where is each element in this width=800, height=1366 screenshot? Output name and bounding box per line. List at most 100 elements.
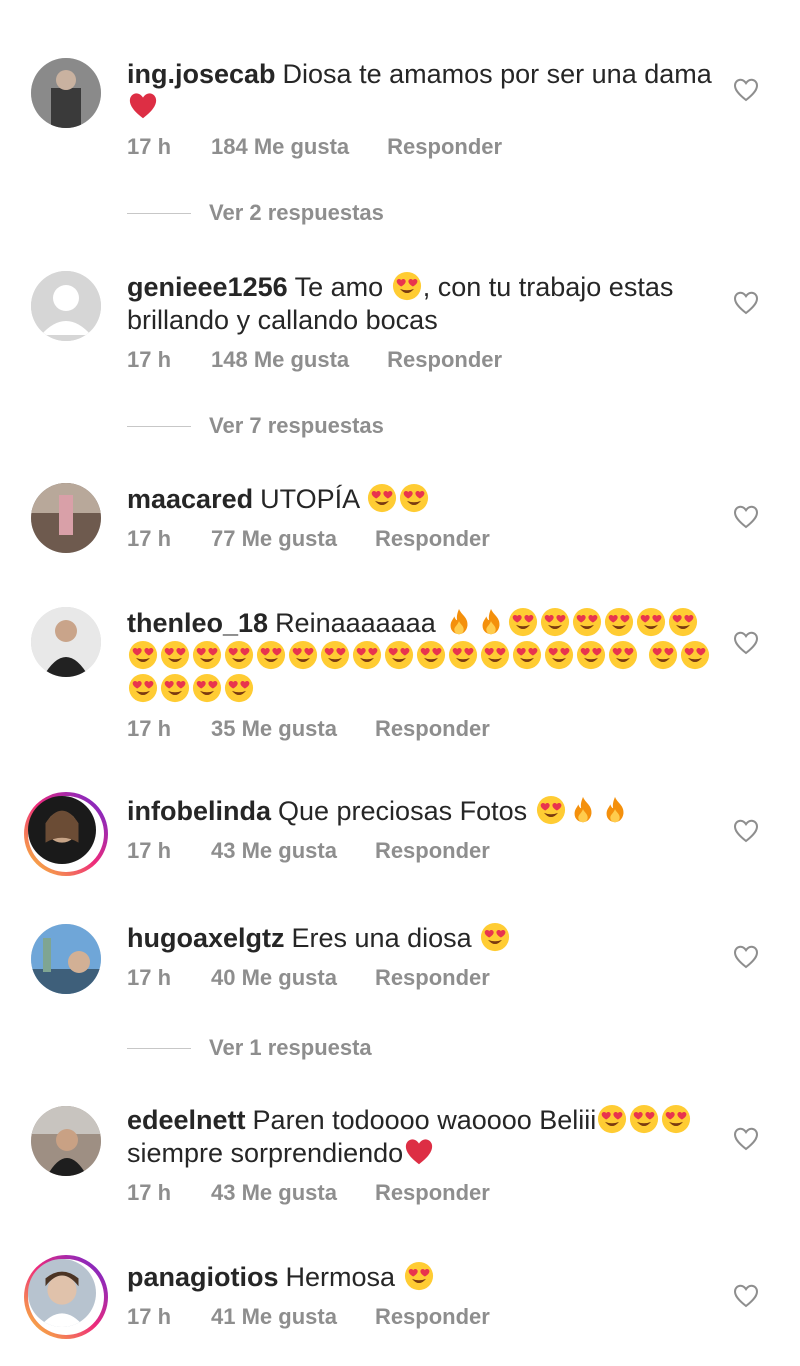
comment-likes[interactable]: 148 Me gusta (211, 347, 349, 373)
comment-text: thenleo_18 Reinaaaaaaa (127, 607, 712, 706)
comment-text: edeelnett Paren todoooo waoooo Beliii sie… (127, 1104, 712, 1170)
heart-eyes-emoji (508, 607, 538, 637)
avatar[interactable] (24, 792, 108, 876)
view-replies[interactable]: Ver 7 respuestas (127, 411, 384, 441)
comment-likes[interactable]: 77 Me gusta (211, 526, 337, 552)
heart-eyes-emoji (480, 640, 510, 670)
like-heart-icon[interactable] (732, 943, 760, 971)
avatar[interactable] (31, 1106, 101, 1176)
heart-eyes-emoji (416, 640, 446, 670)
heart-eyes-emoji (288, 640, 318, 670)
heart-eyes-emoji (604, 607, 634, 637)
comment-username[interactable]: maacared (127, 484, 253, 514)
heart-eyes-emoji (540, 607, 570, 637)
comment-content: Hermosa (285, 1262, 396, 1292)
view-replies[interactable]: Ver 1 respuesta (127, 1033, 372, 1063)
like-heart-icon[interactable] (732, 1125, 760, 1153)
like-heart-icon[interactable] (732, 503, 760, 531)
heart-eyes-emoji (608, 640, 638, 670)
heart-eyes-emoji (192, 640, 222, 670)
comment-text: maacared UTOPÍA (127, 483, 712, 516)
comment-time: 17 h (127, 1304, 172, 1329)
heart-eyes-emoji (320, 640, 350, 670)
avatar[interactable] (31, 607, 101, 677)
comment-likes[interactable]: 43 Me gusta (211, 1180, 337, 1206)
heart-eyes-emoji (661, 1104, 691, 1134)
fire-emoji (476, 607, 506, 637)
heart-eyes-emoji (392, 271, 422, 301)
heart-eyes-emoji (367, 483, 397, 513)
comment-time: 17 h (127, 526, 172, 551)
comment-content: UTOPÍA (260, 484, 359, 514)
comment-username[interactable]: edeelnett (127, 1105, 246, 1135)
comment-username[interactable]: thenleo_18 (127, 608, 268, 638)
like-heart-icon[interactable] (732, 817, 760, 845)
heart-eyes-emoji (576, 640, 606, 670)
like-heart-icon[interactable] (732, 629, 760, 657)
heart-eyes-emoji (680, 640, 710, 670)
fire-emoji (568, 795, 598, 825)
comment-content: Reinaaaaaaa (275, 608, 436, 638)
fire-emoji (600, 795, 630, 825)
comment-username[interactable]: genieee1256 (127, 272, 288, 302)
view-replies[interactable]: Ver 2 respuestas (127, 198, 384, 228)
reply-button[interactable]: Responder (375, 716, 490, 742)
comment-time: 17 h (127, 134, 172, 159)
heart-eyes-emoji (544, 640, 574, 670)
comment-likes[interactable]: 35 Me gusta (211, 716, 337, 742)
view-replies-label[interactable]: Ver 2 respuestas (209, 200, 384, 226)
comment-text: panagiotios Hermosa (127, 1261, 712, 1294)
red-heart-emoji (404, 1137, 434, 1167)
comment-username[interactable]: infobelinda (127, 796, 271, 826)
heart-eyes-emoji (384, 640, 414, 670)
comment-text: genieee1256 Te amo , con tu trabajo estas… (127, 271, 712, 337)
comment-likes[interactable]: 184 Me gusta (211, 134, 349, 160)
reply-button[interactable]: Responder (387, 134, 502, 160)
view-replies-label[interactable]: Ver 7 respuestas (209, 413, 384, 439)
heart-eyes-emoji (128, 673, 158, 703)
comment-content: Eres una diosa (291, 923, 472, 953)
reply-button[interactable]: Responder (375, 1180, 490, 1206)
heart-eyes-emoji (648, 640, 678, 670)
comment-content: Diosa te amamos por ser una dama (282, 59, 712, 89)
avatar[interactable] (31, 271, 101, 341)
view-replies-label[interactable]: Ver 1 respuesta (209, 1035, 372, 1061)
reply-button[interactable]: Responder (375, 965, 490, 991)
comment-content: Que preciosas Fotos (278, 796, 528, 826)
heart-eyes-emoji (512, 640, 542, 670)
heart-eyes-emoji (536, 795, 566, 825)
replies-divider (127, 212, 191, 214)
reply-button[interactable]: Responder (387, 347, 502, 373)
comment-username[interactable]: hugoaxelgtz (127, 923, 285, 953)
avatar[interactable] (31, 924, 101, 994)
comment-time: 17 h (127, 965, 172, 990)
heart-eyes-emoji (224, 640, 254, 670)
heart-eyes-emoji (404, 1261, 434, 1291)
comment-time: 17 h (127, 716, 172, 741)
red-heart-emoji (128, 91, 158, 121)
heart-eyes-emoji (128, 640, 158, 670)
comment-likes[interactable]: 41 Me gusta (211, 1304, 337, 1330)
avatar[interactable] (31, 483, 101, 553)
heart-eyes-emoji (224, 673, 254, 703)
comment-likes[interactable]: 40 Me gusta (211, 965, 337, 991)
comment-username[interactable]: ing.josecab (127, 59, 276, 89)
comment-username[interactable]: panagiotios (127, 1262, 279, 1292)
like-heart-icon[interactable] (732, 1282, 760, 1310)
avatar[interactable] (24, 1255, 108, 1339)
comment-time: 17 h (127, 1180, 172, 1205)
comment-likes[interactable]: 43 Me gusta (211, 838, 337, 864)
heart-eyes-emoji (160, 673, 190, 703)
avatar[interactable] (31, 58, 101, 128)
comment-text: ing.josecab Diosa te amamos por ser una d… (127, 58, 712, 124)
reply-button[interactable]: Responder (375, 838, 490, 864)
reply-button[interactable]: Responder (375, 1304, 490, 1330)
heart-eyes-emoji (448, 640, 478, 670)
heart-eyes-emoji (668, 607, 698, 637)
like-heart-icon[interactable] (732, 289, 760, 317)
like-heart-icon[interactable] (732, 76, 760, 104)
reply-button[interactable]: Responder (375, 526, 490, 552)
replies-divider (127, 1047, 191, 1049)
heart-eyes-emoji (636, 607, 666, 637)
comment-time: 17 h (127, 838, 172, 863)
